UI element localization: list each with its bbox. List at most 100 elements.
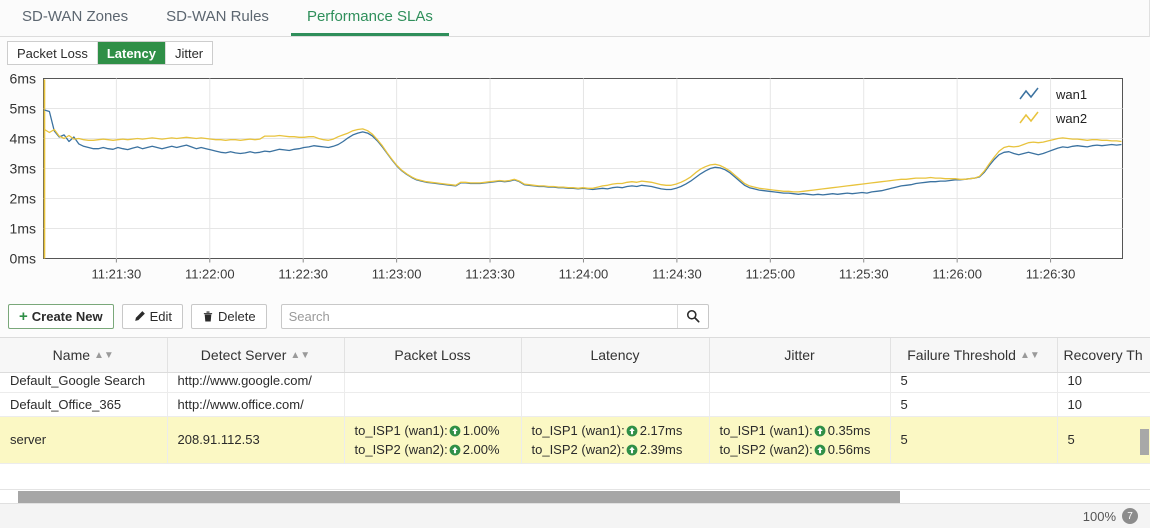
delete-button[interactable]: Delete [191,304,267,329]
cell-recovery-threshold: 10 [1057,392,1150,416]
table-horizontal-scrollbar[interactable] [0,489,1150,504]
edit-label: Edit [150,309,172,324]
tab-performance-slas[interactable]: Performance SLAs [291,9,449,36]
cell-line-1: to_ISP1 (wan1):0.35ms [720,421,880,440]
table-cell: to_ISP1 (wan1):2.17msto_ISP2 (wan2):2.39… [521,416,709,463]
latency-chart: 0ms1ms2ms3ms4ms5ms6ms 11:21:3011:22:0011… [0,69,1150,298]
chart-xtick-label: 11:22:00 [185,267,235,282]
table-row[interactable]: Default_Office_365http://www.office.com/… [0,392,1150,416]
up-arrow-icon [449,425,461,437]
search-input[interactable] [282,305,677,328]
col-header-recovery-threshold[interactable]: Recovery Th [1057,338,1150,372]
cell-recovery-threshold: 10 [1057,372,1150,392]
chart-ytick-label: 1ms [10,221,36,237]
col-header-latency-label: Latency [590,347,639,363]
cell-line-2: to_ISP2 (wan2):0.56ms [720,440,880,459]
cell-name: Default_Google Search [0,372,167,392]
zoom-badge[interactable]: 7 [1122,508,1138,524]
table-cell [709,392,890,416]
chart-ytick-label: 5ms [10,101,36,117]
metric-tab-latency[interactable]: Latency [98,42,166,64]
up-arrow-icon [449,444,461,456]
pencil-icon [133,310,146,323]
col-header-packet-loss-label: Packet Loss [394,347,470,363]
col-header-jitter-label: Jitter [784,347,814,363]
search-button[interactable] [677,305,708,328]
tab-sdwan-rules[interactable]: SD-WAN Rules [150,9,285,36]
col-header-jitter[interactable]: Jitter [709,338,890,372]
edit-button[interactable]: Edit [122,304,183,329]
sort-icon: ▲▼ [94,351,114,361]
chart-xtick-label: 11:22:30 [278,267,328,282]
sort-icon: ▲▼ [1020,351,1040,361]
table-cell [521,392,709,416]
sla-table-container[interactable]: Name▲▼ Detect Server▲▼ Packet Loss Laten… [0,337,1150,490]
chart-xtick-label: 11:24:30 [652,267,702,282]
table-cell [344,372,521,392]
search-box [281,304,709,329]
chart-xtick-label: 11:25:30 [839,267,889,282]
cell-detect-server: http://www.google.com/ [167,372,344,392]
col-header-recovery-threshold-label: Recovery Th [1064,347,1143,363]
table-row[interactable]: Default_Google Searchhttp://www.google.c… [0,372,1150,392]
cell-detect-server: 208.91.112.53 [167,416,344,463]
cell-detect-server: http://www.office.com/ [167,392,344,416]
table-toolbar: + Create New Edit Delete [0,298,1150,334]
chart-xtick-label: 11:25:00 [745,267,795,282]
col-header-failure-threshold[interactable]: Failure Threshold ▲▼ [890,338,1057,372]
sla-table: Name▲▼ Detect Server▲▼ Packet Loss Laten… [0,338,1150,464]
chart-xtick-label: 11:23:00 [372,267,422,282]
up-arrow-icon [814,444,826,456]
table-body: Default_Google Searchhttp://www.google.c… [0,372,1150,463]
cell-line-2: to_ISP2 (wan2):2.00% [355,440,511,459]
chart-xtick-label: 11:26:00 [932,267,982,282]
chart-xtick-label: 11:23:30 [465,267,515,282]
table-cell [709,372,890,392]
metric-tab-packet-loss[interactable]: Packet Loss [8,42,98,64]
chart-xtick-label: 11:21:30 [92,267,142,282]
cell-name: server [0,416,167,463]
search-icon [686,309,700,323]
cell-failure-threshold: 5 [890,416,1057,463]
chart-ytick-label: 6ms [10,71,36,87]
create-new-button[interactable]: + Create New [8,304,114,329]
chart-xtick-group: 11:21:30 11:22:00 11:22:30 11:23:00 11:23:30… [92,259,1076,282]
col-header-name-label: Name [53,347,90,363]
zoom-level-label: 100% [1083,509,1116,524]
main-tab-bar: SD-WAN Zones SD-WAN Rules Performance SL… [0,0,1150,37]
chart-ytick-label: 0ms [10,251,36,267]
cell-failure-threshold: 5 [890,372,1057,392]
table-vertical-scrollbar[interactable] [1140,337,1150,489]
chart-ytick-label: 2ms [10,191,36,207]
chart-ytick-label: 3ms [10,161,36,177]
chart-xtick-label: 11:26:30 [1026,267,1076,282]
status-bar: 100% 7 [0,503,1150,528]
col-header-detect-server-label: Detect Server [201,347,287,363]
col-header-name[interactable]: Name ▲▼ [0,338,167,372]
col-header-detect-server[interactable]: Detect Server▲▼ [167,338,344,372]
col-header-failure-threshold-label: Failure Threshold [907,347,1016,363]
cell-name: Default_Office_365 [0,392,167,416]
cell-line-1: to_ISP1 (wan1):2.17ms [532,421,699,440]
up-arrow-icon [626,425,638,437]
legend-label-wan1: wan1 [1055,87,1087,102]
table-vertical-scroll-thumb[interactable] [1140,429,1149,455]
table-cell: to_ISP1 (wan1):1.00%to_ISP2 (wan2):2.00% [344,416,521,463]
metric-tab-jitter[interactable]: Jitter [166,42,212,64]
tab-sdwan-zones[interactable]: SD-WAN Zones [6,9,144,36]
chart-ytick-group: 0ms 1ms 2ms 3ms 4ms 5ms 6ms [10,71,36,267]
table-cell: to_ISP1 (wan1):0.35msto_ISP2 (wan2):0.56… [709,416,890,463]
col-header-latency[interactable]: Latency [521,338,709,372]
chart-ytick-label: 4ms [10,131,36,147]
chart-xtick-label: 11:24:00 [559,267,609,282]
table-horizontal-scroll-thumb[interactable] [18,491,900,503]
metric-tab-group: Packet Loss Latency Jitter [7,41,213,65]
up-arrow-icon [626,444,638,456]
table-row[interactable]: server208.91.112.53to_ISP1 (wan1):1.00%t… [0,416,1150,463]
table-header-row: Name▲▼ Detect Server▲▼ Packet Loss Laten… [0,338,1150,372]
cell-line-1: to_ISP1 (wan1):1.00% [355,421,511,440]
table-cell [521,372,709,392]
col-header-packet-loss[interactable]: Packet Loss [344,338,521,372]
up-arrow-icon [814,425,826,437]
sort-icon: ▲▼ [290,351,310,361]
